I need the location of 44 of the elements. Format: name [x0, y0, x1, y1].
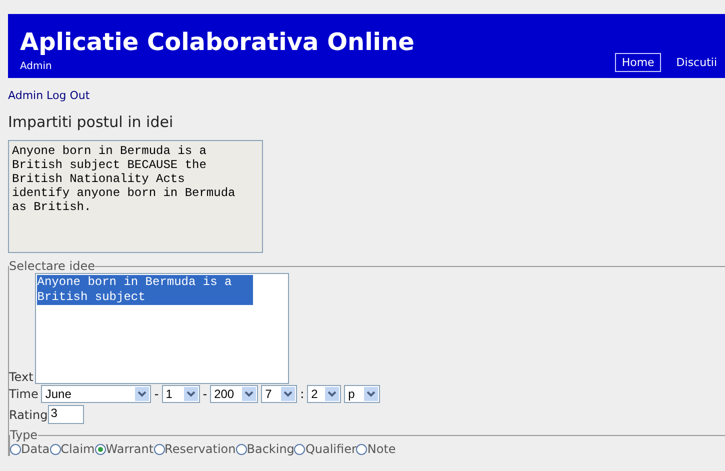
radio-button[interactable] — [356, 444, 368, 454]
nav-link[interactable]: Discutii — [669, 53, 724, 72]
radio-button[interactable] — [50, 444, 61, 454]
dropdown-icon — [281, 387, 296, 401]
dropdown-icon — [242, 387, 256, 401]
rating-label: Rating — [9, 408, 48, 422]
time-select[interactable]: 1 — [162, 385, 200, 403]
radio-button[interactable] — [154, 444, 165, 454]
separator: : — [300, 387, 304, 401]
text-label: Text — [9, 370, 34, 384]
idea-list[interactable]: Anyone born in Bermuda is a British subject — [35, 273, 290, 384]
dropdown-icon — [364, 387, 378, 401]
idea-option[interactable]: Anyone born in Bermuda is a British subject — [37, 275, 254, 305]
radio-label: Qualifier — [305, 442, 356, 456]
radio-label: Data — [21, 442, 50, 456]
radio-label: Backing — [246, 442, 294, 456]
separator: - — [154, 387, 159, 401]
page-heading: Impartiti postul in idei — [8, 113, 174, 131]
radio-label: Note — [367, 442, 396, 456]
time-select[interactable]: 200 — [210, 385, 258, 403]
time-select[interactable]: p — [344, 385, 380, 403]
radio-button[interactable] — [236, 444, 247, 454]
radio-button[interactable] — [294, 444, 306, 454]
time-label: Time — [9, 387, 38, 401]
radio-label: Reservation — [164, 442, 236, 456]
dropdown-icon — [135, 387, 150, 401]
radio-button[interactable] — [10, 444, 21, 454]
time-select[interactable]: 2 — [307, 385, 342, 403]
time-select[interactable]: 7 — [261, 385, 298, 403]
separator: - — [202, 387, 208, 401]
fieldset-legend: Type — [10, 428, 38, 442]
app-title: Aplicatie Colaborativa Online — [20, 27, 414, 57]
dropdown-icon — [325, 387, 340, 401]
logout-link[interactable]: Admin Log Out — [8, 89, 90, 102]
rating-field[interactable]: 3 — [48, 405, 84, 424]
radio-button[interactable] — [94, 444, 106, 454]
fieldset-legend: Selectare idee — [9, 259, 95, 273]
dropdown-icon — [184, 387, 198, 401]
post-text-area[interactable]: Anyone born in Bermuda is a British subject BECAUSE the British Nationality Acts identify anyone born in Bermuda as British. — [8, 140, 263, 253]
nav-link[interactable]: Home — [614, 53, 662, 72]
radio-label: Claim — [60, 442, 95, 456]
user-name: Admin — [20, 61, 53, 72]
radio-label: Warrant — [106, 442, 154, 456]
time-select[interactable]: June — [41, 385, 152, 403]
